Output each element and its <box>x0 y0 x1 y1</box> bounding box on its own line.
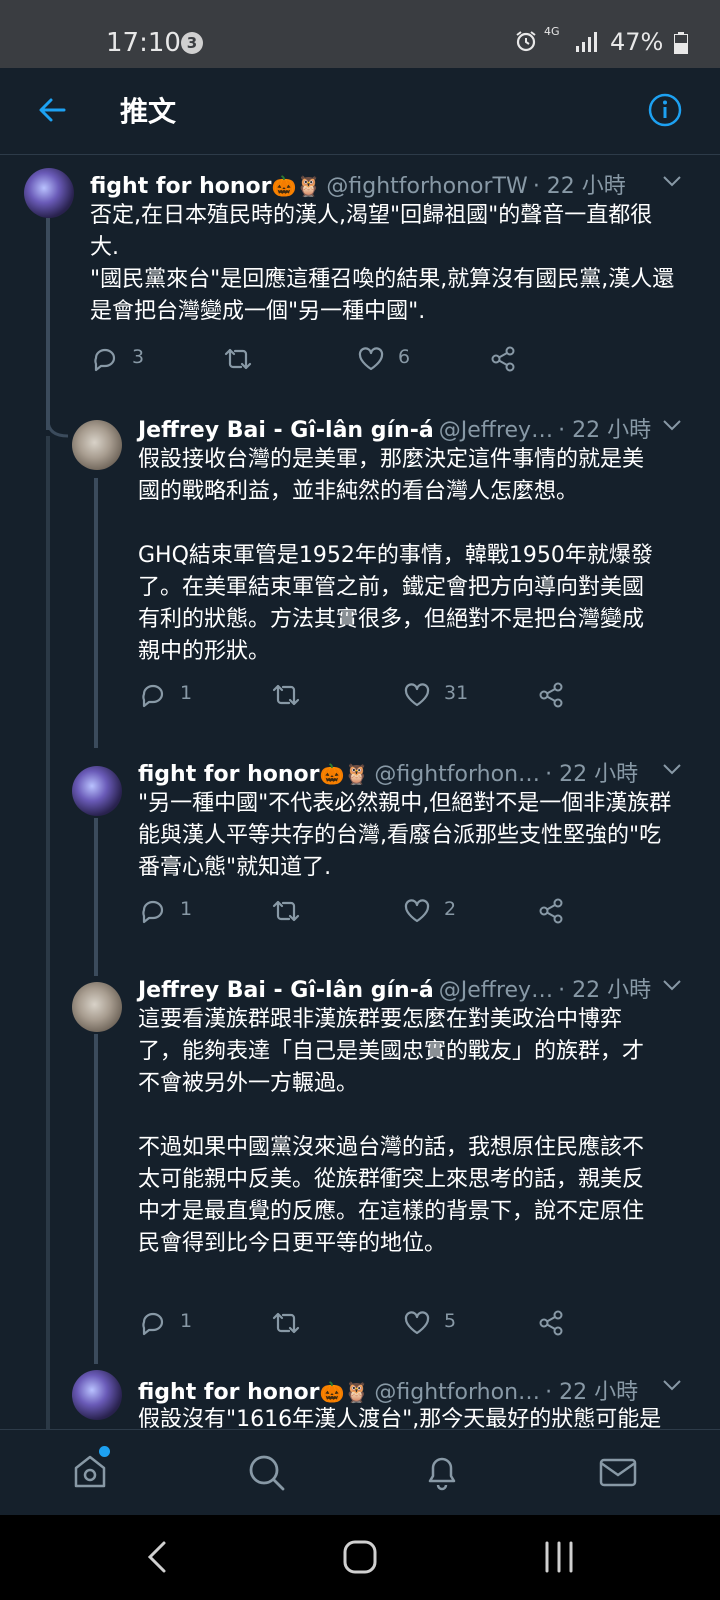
heart-icon <box>404 899 430 923</box>
bell-icon[interactable] <box>420 1450 464 1494</box>
page-title: 推文 <box>120 95 177 128</box>
thread-line <box>94 818 98 976</box>
user-handle: @fightforhon… <box>374 762 541 787</box>
chevron-down-icon[interactable] <box>662 978 682 992</box>
display-name[interactable]: Jeffrey Bai - Gî-lân gín-á <box>138 418 434 443</box>
avatar[interactable] <box>72 766 122 816</box>
mail-icon[interactable] <box>596 1450 640 1494</box>
share-icon <box>539 1310 563 1336</box>
like-count: 2 <box>444 898 457 920</box>
share-icon <box>491 346 515 372</box>
bottom-nav <box>0 1429 720 1516</box>
like-count: 5 <box>444 1310 457 1332</box>
reply-count: 1 <box>180 898 193 920</box>
notification-count-badge: 3 <box>181 32 203 54</box>
tweet-header: fight for honor🎃🦉 @fightforhonorTW · 22 … <box>90 168 626 202</box>
thread-line <box>94 478 98 748</box>
display-name[interactable]: fight for honor <box>138 762 320 787</box>
back-chevron-icon[interactable] <box>142 1537 172 1577</box>
user-handle: @Jeffrey… <box>438 418 554 443</box>
reply-count: 3 <box>132 346 145 368</box>
share-icon <box>539 898 563 924</box>
tweet-actions: 1 5 <box>138 1306 578 1340</box>
avatar[interactable] <box>72 982 122 1032</box>
alarm-icon <box>516 31 536 52</box>
reply-count: 1 <box>180 682 193 704</box>
name-emojis: 🎃🦉 <box>319 762 370 786</box>
avatar[interactable] <box>72 1370 122 1420</box>
retweet-icon <box>272 1312 300 1334</box>
name-emojis: 🎃🦉 <box>271 174 322 198</box>
reply-icon <box>142 684 164 708</box>
heart-icon <box>358 347 384 371</box>
display-name[interactable]: Jeffrey Bai - Gî-lân gín-á <box>138 978 434 1003</box>
thread-line <box>94 1034 98 1364</box>
tweet-time: · 22 小時 <box>545 762 639 787</box>
tweet-time: · 22 小時 <box>558 978 652 1003</box>
tweet-header: fight for honor🎃🦉 @fightforhon… · 22 小時 <box>138 756 638 790</box>
tweet-header: Jeffrey Bai - Gî-lân gín-á @Jeffrey… · 2… <box>138 412 651 446</box>
reply-icon <box>142 1312 164 1336</box>
display-name[interactable]: fight for honor <box>138 1380 320 1405</box>
avatar[interactable] <box>72 420 122 470</box>
tweet-time: · 22 小時 <box>545 1380 639 1405</box>
status-bar: 17:10 3 4G 47% <box>0 0 720 68</box>
tweet-header: fight for honor🎃🦉 @fightforhon… · 22 小時 <box>138 1374 638 1408</box>
notification-dot <box>99 1446 110 1457</box>
display-name[interactable]: fight for honor <box>90 174 272 199</box>
reply-icon <box>94 348 116 372</box>
like-count: 6 <box>398 346 411 368</box>
battery-percent: 47% <box>610 28 664 56</box>
retweet-icon <box>272 900 300 922</box>
thread-line <box>46 218 50 430</box>
system-nav <box>0 1515 720 1600</box>
avatar[interactable] <box>24 168 74 218</box>
chevron-down-icon[interactable] <box>662 1378 682 1392</box>
battery-icon <box>674 32 688 54</box>
chevron-down-icon[interactable] <box>662 762 682 776</box>
tweet-header: Jeffrey Bai - Gî-lân gín-á @Jeffrey… · 2… <box>138 972 651 1006</box>
tweet-text: 否定,在日本殖民時的漢人,渴望"回歸祖國"的聲音一直都很 大. "國民黨來台"是… <box>90 203 675 324</box>
chevron-down-icon[interactable] <box>662 174 682 188</box>
chevron-down-icon[interactable] <box>662 418 682 432</box>
tweet[interactable]: fight for honor🎃🦉 @fightforhon… · 22 小時 … <box>0 1364 720 1429</box>
tweet-text: 假設沒有"1616年漢人渡台",那今天最好的狀態可能是 <box>138 1407 662 1429</box>
tweet-text: 這要看漢族群跟非漢族群要怎麼在對美政治中博弈 了，能夠表達「自己是美國忠實的戰友… <box>138 1007 645 1256</box>
retweet-icon <box>224 348 252 370</box>
tweet-time: · 22 小時 <box>532 174 626 199</box>
tweet-actions: 3 6 <box>90 342 530 376</box>
recents-icon[interactable] <box>542 1537 576 1577</box>
search-icon[interactable] <box>244 1450 288 1494</box>
home-circle-icon[interactable] <box>340 1537 380 1577</box>
status-time: 17:10 <box>106 28 181 58</box>
user-handle: @fightforhon… <box>374 1380 541 1405</box>
user-handle: @fightforhonorTW <box>326 174 528 199</box>
thread-line <box>46 436 50 1436</box>
heart-icon <box>404 1311 430 1335</box>
tweet-actions: 1 2 <box>138 894 578 928</box>
reply-icon <box>142 900 164 924</box>
tweet-text: 假設接收台灣的是美軍，那麼決定這件事情的就是美 國的戰略利益，並非純然的看台灣人… <box>138 447 653 664</box>
arrow-left-icon[interactable] <box>34 92 70 128</box>
status-icons: 4G 47% <box>500 26 720 56</box>
network-type: 4G <box>544 25 560 38</box>
share-icon <box>539 682 563 708</box>
reply-count: 1 <box>180 1310 193 1332</box>
heart-icon <box>404 683 430 707</box>
user-handle: @Jeffrey… <box>438 978 554 1003</box>
tweet-actions: 1 31 <box>138 678 578 712</box>
name-emojis: 🎃🦉 <box>319 1380 370 1404</box>
like-count: 31 <box>444 682 469 704</box>
signal-icon <box>576 32 597 52</box>
app-header: 推文 <box>0 68 720 155</box>
tweet-text: "另一種中國"不代表必然親中,但絕對不是一個非漢族群 能與漢人平等共存的台灣,看… <box>138 791 672 880</box>
retweet-icon <box>272 684 300 706</box>
info-icon[interactable] <box>647 92 683 128</box>
tweet-time: · 22 小時 <box>558 418 652 443</box>
